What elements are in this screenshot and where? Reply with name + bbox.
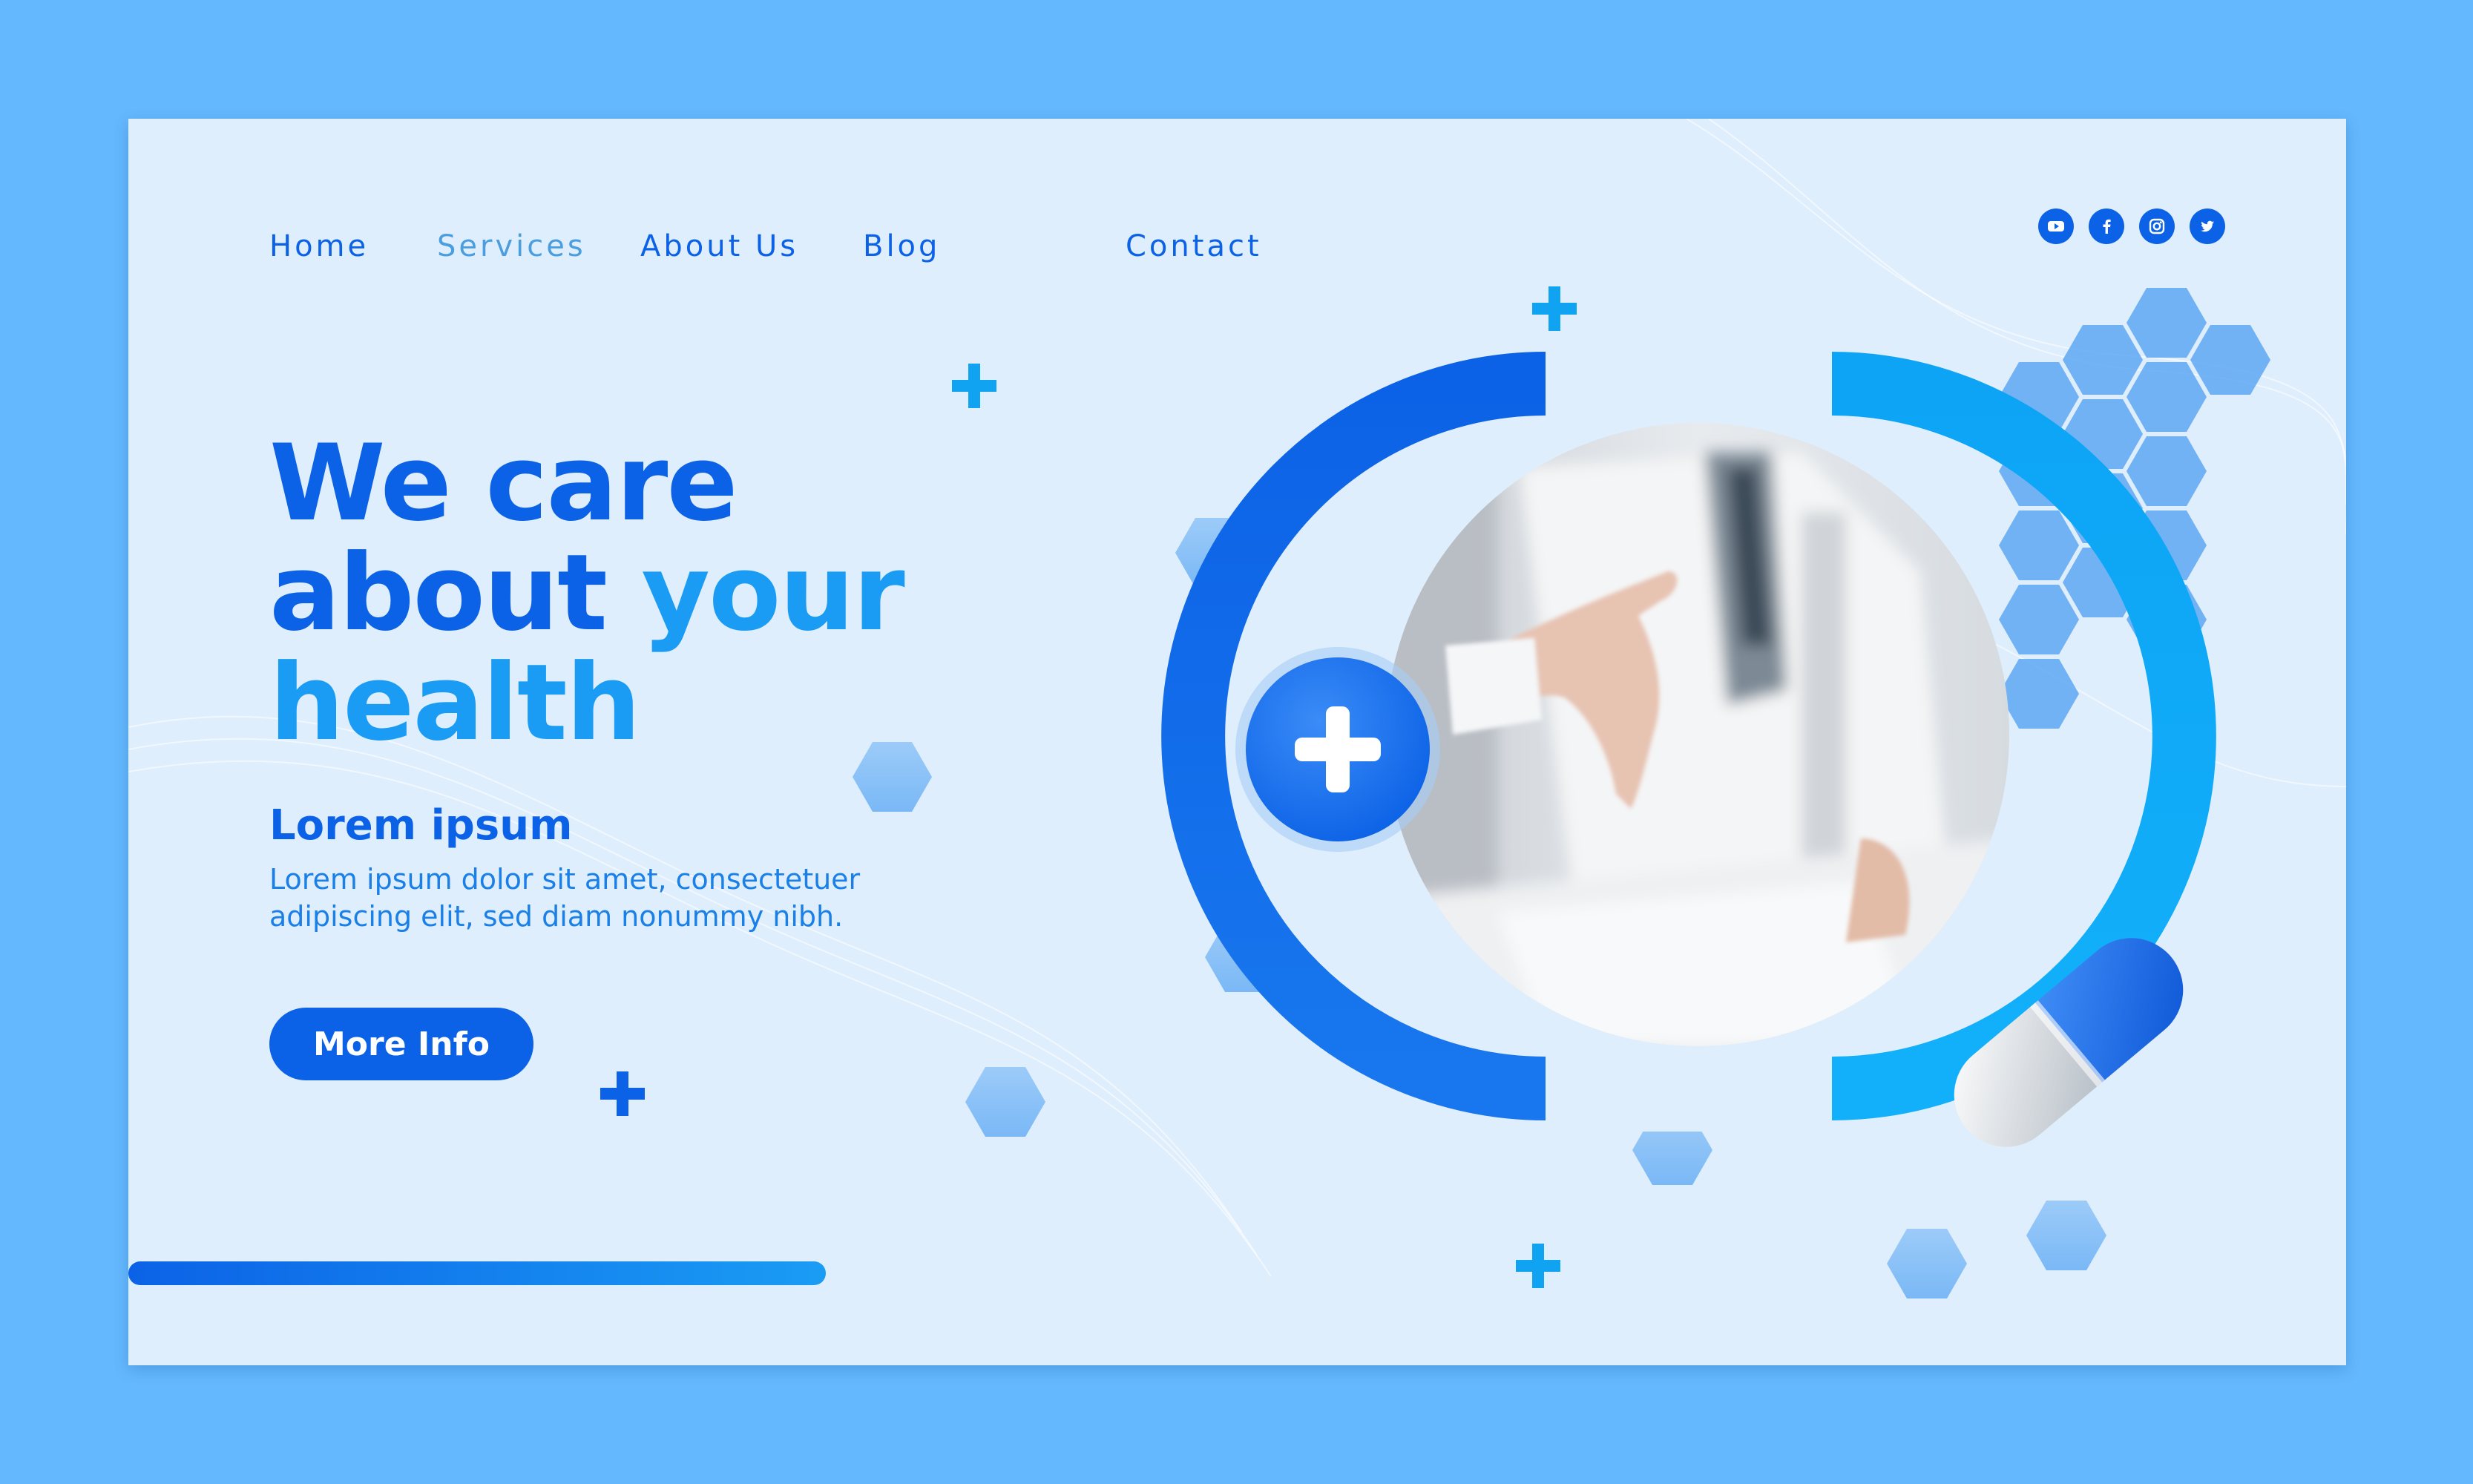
- facebook-icon[interactable]: [2089, 209, 2124, 244]
- doctor-photo: [1386, 423, 2009, 1046]
- plus-badge-icon: [1235, 647, 1440, 852]
- nav-contact[interactable]: Contact: [1126, 217, 1262, 276]
- landing-card: Home Services About Us Blog Contact We c…: [128, 119, 2346, 1365]
- nav-blog[interactable]: Blog: [863, 217, 940, 276]
- hero-subtitle: Lorem ipsum: [269, 801, 573, 850]
- hero-title-line2-a: about: [269, 532, 642, 654]
- pill-capsule-icon: [1954, 938, 2184, 1147]
- nav-about-us[interactable]: About Us: [640, 217, 798, 276]
- nav-home[interactable]: Home: [269, 217, 369, 276]
- hero-title-line3: health: [269, 642, 641, 764]
- nav-services[interactable]: Services: [437, 217, 586, 276]
- hero-title-line1: We care: [269, 422, 738, 545]
- hero-title: We care about your health: [269, 429, 1011, 758]
- instagram-icon[interactable]: [2139, 209, 2175, 244]
- hero-description: Lorem ipsum dolor sit amet, consectetuer…: [269, 863, 861, 933]
- twitter-icon[interactable]: [2190, 209, 2225, 244]
- more-info-button[interactable]: More Info: [269, 1008, 533, 1080]
- hero-title-line2-b: your: [641, 532, 904, 654]
- youtube-icon[interactable]: [2038, 209, 2074, 244]
- social-links: [2038, 209, 2225, 244]
